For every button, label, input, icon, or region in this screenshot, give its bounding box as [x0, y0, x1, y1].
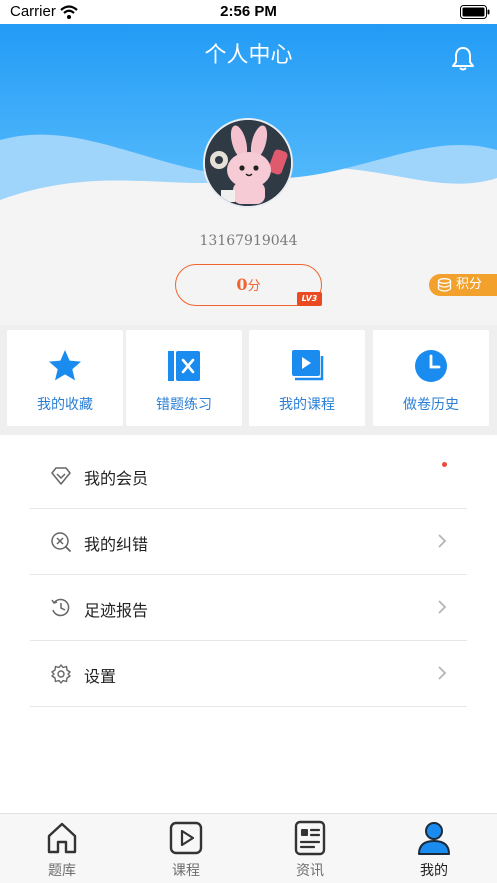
tab-label: 资讯 [296, 863, 324, 879]
chevron-right-icon [438, 666, 447, 680]
avatar[interactable] [203, 118, 293, 208]
search-error-icon [51, 532, 71, 552]
history-icon [51, 598, 70, 617]
gear-icon [51, 664, 71, 684]
tab-mine[interactable]: 我的 [372, 814, 496, 883]
grid-label: 我的收藏 [37, 397, 93, 413]
grid-label: 我的课程 [279, 397, 335, 413]
tab-question-bank[interactable]: 题库 [0, 814, 124, 883]
page-title: 个人中心 [204, 43, 293, 68]
tab-label: 我的 [420, 863, 448, 879]
wrong-question-icon [168, 351, 200, 381]
battery-icon [460, 5, 490, 19]
score-unit: 分 [247, 279, 261, 294]
coin-stack-icon [437, 278, 452, 292]
news-icon [294, 820, 326, 856]
bell-icon[interactable] [449, 45, 477, 73]
tab-label: 课程 [172, 863, 200, 879]
play-icon [169, 821, 203, 855]
clock-time: 2:56 PM [220, 3, 277, 20]
grid-item-exam-history[interactable]: 做卷历史 [373, 330, 489, 426]
user-icon [418, 822, 450, 855]
diamond-icon [51, 467, 71, 485]
grid-item-my-courses[interactable]: 我的课程 [249, 330, 365, 426]
grid-label: 错题练习 [156, 397, 212, 413]
score-value: 0 [236, 275, 248, 294]
grid-item-favorites[interactable]: 我的收藏 [7, 330, 123, 426]
grid-label: 做卷历史 [403, 397, 459, 413]
points-label: 积分 [456, 277, 483, 292]
clock-icon [415, 350, 447, 382]
bottom-tab-bar: 题库 课程 资讯 我的 [0, 813, 497, 883]
chevron-right-icon [438, 600, 447, 614]
menu-item-settings[interactable]: 设置 [30, 641, 467, 707]
menu-label: 足迹报告 [84, 601, 149, 620]
rabbit-avatar-icon [205, 120, 291, 206]
chevron-right-icon [438, 534, 447, 548]
tab-courses[interactable]: 课程 [124, 814, 248, 883]
menu-label: 设置 [84, 667, 117, 686]
notification-dot [442, 462, 447, 467]
menu-list: 我的会员 我的纠错 足迹报告 设置 [30, 443, 467, 707]
course-icon [292, 350, 324, 381]
menu-item-footprint-report[interactable]: 足迹报告 [30, 575, 467, 641]
menu-label: 我的纠错 [84, 535, 149, 554]
home-icon [47, 822, 77, 854]
profile-header: Carrier 2:56 PM 个人中心 13167919044 0分 LV3 … [0, 0, 497, 325]
points-button[interactable]: 积分 [429, 274, 497, 296]
menu-label: 我的会员 [84, 469, 149, 488]
status-bar: Carrier 2:56 PM [0, 0, 497, 24]
menu-item-membership[interactable]: 我的会员 [30, 443, 467, 509]
tab-label: 题库 [48, 863, 76, 879]
phone-number: 13167919044 [199, 233, 298, 249]
shortcut-grid: 我的收藏 错题练习 我的课程 做卷历史 [0, 325, 497, 435]
grid-item-wrong-questions[interactable]: 错题练习 [126, 330, 242, 426]
level-badge: LV3 [297, 292, 322, 306]
star-icon [49, 350, 81, 381]
tab-news[interactable]: 资讯 [248, 814, 372, 883]
menu-item-corrections[interactable]: 我的纠错 [30, 509, 467, 575]
